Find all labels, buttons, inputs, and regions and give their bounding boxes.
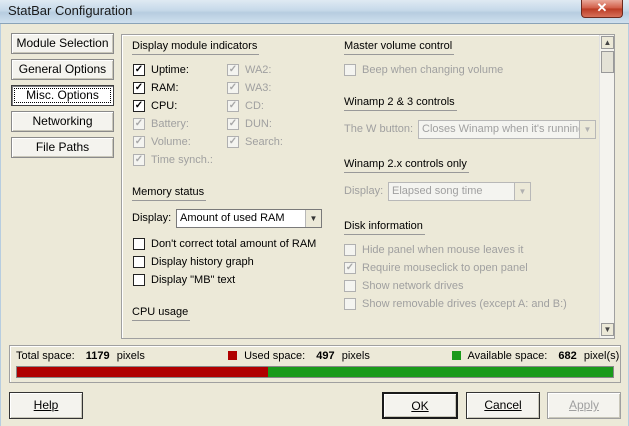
checkbox-label: DUN:: [245, 118, 272, 130]
ok-button-label: OK: [411, 399, 429, 413]
winamp2x-display-value: Elapsed song time: [392, 185, 483, 197]
used-space: Used space: 497 pixels: [228, 350, 370, 362]
check-mark-icon: ✓: [227, 100, 239, 112]
available-space: Available space: 682 pixel(s): [452, 350, 619, 362]
checkbox-label: Don't correct total amount of RAM: [151, 238, 317, 250]
checkbox-label: Display history graph: [151, 256, 254, 268]
checkbox-label: Time synch.:: [151, 154, 213, 166]
checkbox-box: [133, 238, 145, 250]
cancel-button-label: Cancel: [484, 398, 522, 412]
apply-button[interactable]: Apply: [547, 392, 621, 419]
checkbox-label: Uptime:: [151, 64, 189, 76]
check-mark-icon: ✓: [227, 82, 239, 94]
total-space-unit: pixels: [116, 350, 145, 362]
checkbox-box: [344, 64, 356, 76]
checkbox-label: Volume:: [151, 136, 191, 148]
w-button-value: Closes Winamp when it's running: [422, 123, 585, 135]
window-title: StatBar Configuration: [8, 3, 133, 18]
checkbox-label: CPU:: [151, 100, 178, 112]
w-button-select[interactable]: Closes Winamp when it's running ▼: [418, 120, 596, 139]
available-space-segment: [268, 367, 613, 377]
master-volume-title: Master volume control: [344, 40, 455, 55]
help-button[interactable]: Help: [9, 392, 83, 419]
memory-status-title: Memory status: [132, 186, 207, 201]
check-mark-icon: ✓: [133, 118, 145, 130]
dialog-client: Module Selection General Options Misc. O…: [0, 24, 629, 426]
space-usage-bar: [16, 366, 614, 378]
checkbox-box: [133, 256, 145, 268]
total-space-label: Total space:: [16, 350, 75, 362]
checkbox-box: [344, 280, 356, 292]
checkbox-label: Show removable drives (except A: and B:): [362, 298, 567, 310]
check-mark-icon: ✓: [227, 64, 239, 76]
check-mark-icon: ✓: [344, 262, 356, 274]
checkbox-label: Beep when changing volume: [362, 64, 504, 76]
scroll-up-icon[interactable]: ▲: [601, 36, 614, 49]
checkbox-label: CD:: [245, 100, 264, 112]
nav-networking[interactable]: Networking: [11, 111, 114, 132]
check-mark-icon: ✓: [227, 136, 239, 148]
title-bar: StatBar Configuration ✕: [0, 0, 629, 24]
checkbox-box: [344, 298, 356, 310]
chevron-down-icon: ▼: [579, 121, 595, 138]
cancel-button[interactable]: Cancel: [466, 392, 540, 419]
nav-module-selection[interactable]: Module Selection: [11, 33, 114, 54]
nav-misc-options[interactable]: Misc. Options: [11, 85, 114, 106]
check-mark-icon: ✓: [133, 64, 145, 76]
checkbox-label: WA3:: [245, 82, 272, 94]
cpu-usage-title: CPU usage: [132, 306, 191, 321]
help-button-label: Help: [33, 398, 59, 412]
check-mark-icon: ✓: [133, 136, 145, 148]
used-space-segment: [17, 367, 268, 377]
checkbox-label: Battery:: [151, 118, 189, 130]
checkbox-label: Show network drives: [362, 280, 464, 292]
checkbox-label: Hide panel when mouse leaves it: [362, 244, 524, 256]
ok-button[interactable]: OK: [382, 392, 458, 419]
available-space-value: 682: [558, 350, 577, 362]
available-color-swatch: [452, 351, 461, 360]
checkbox-label: Search:: [245, 136, 283, 148]
used-space-unit: pixels: [341, 350, 370, 362]
check-mark-icon: ✓: [227, 118, 239, 130]
memory-display-value: Amount of used RAM: [180, 212, 285, 224]
nav-file-paths[interactable]: File Paths: [11, 137, 114, 158]
available-space-unit: pixel(s): [583, 350, 620, 362]
total-space: Total space: 1179 pixels: [16, 350, 145, 362]
display-indicators-title: Display module indicators: [132, 40, 260, 55]
checkbox-box: [344, 244, 356, 256]
checkbox-box: [133, 274, 145, 286]
vertical-scrollbar[interactable]: ▲ ▼: [599, 35, 614, 338]
winamp23-title: Winamp 2 & 3 controls: [344, 96, 457, 111]
options-panel: Display module indicators ✓ Uptime: ✓ RA…: [121, 34, 615, 339]
check-mark-icon: ✓: [133, 154, 145, 166]
w-button-label: The W button:: [344, 123, 414, 135]
check-mark-icon: ✓: [133, 82, 145, 94]
checkbox-label: Require mouseclick to open panel: [362, 262, 528, 274]
apply-button-label: Apply: [568, 398, 600, 412]
winamp2x-title: Winamp 2.x controls only: [344, 158, 469, 173]
chevron-down-icon: ▼: [305, 210, 321, 227]
memory-display-label: Display:: [132, 212, 172, 224]
winamp2x-display-select[interactable]: Elapsed song time ▼: [388, 182, 531, 201]
nav-general-options[interactable]: General Options: [11, 59, 114, 80]
chevron-down-icon: ▼: [514, 183, 530, 200]
total-space-value: 1179: [85, 350, 110, 362]
scroll-thumb[interactable]: [601, 51, 614, 73]
space-status-panel: Total space: 1179 pixels Used space: 497…: [9, 345, 621, 383]
scroll-down-icon[interactable]: ▼: [601, 323, 614, 336]
check-mark-icon: ✓: [133, 100, 145, 112]
used-space-label: Used space:: [244, 350, 306, 362]
checkbox-label: WA2:: [245, 64, 272, 76]
checkbox-label: Display "MB" text: [151, 274, 236, 286]
disk-info-title: Disk information: [344, 220, 425, 235]
memory-display-select[interactable]: Amount of used RAM ▼: [176, 209, 322, 228]
winamp2x-display-label: Display:: [344, 185, 384, 197]
available-space-label: Available space:: [467, 350, 548, 362]
used-space-value: 497: [316, 350, 335, 362]
close-button[interactable]: ✕: [581, 0, 623, 18]
used-color-swatch: [228, 351, 237, 360]
checkbox-label: RAM:: [151, 82, 179, 94]
